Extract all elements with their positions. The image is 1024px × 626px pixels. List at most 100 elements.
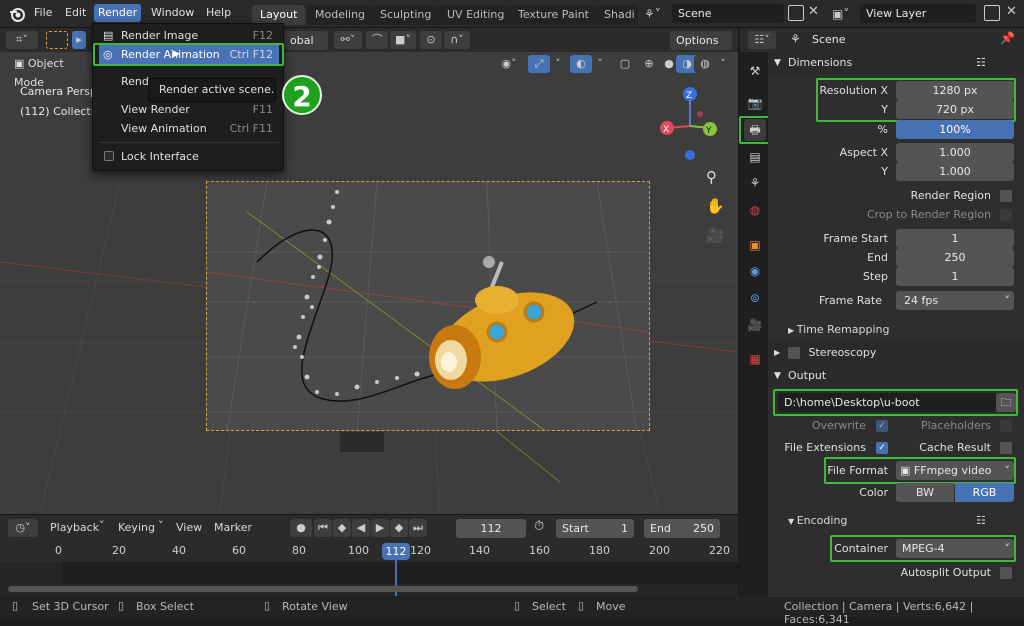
record-icon[interactable]: ● [290, 519, 312, 537]
scene-name-field[interactable]: Scene [672, 4, 784, 23]
play-reverse-icon[interactable]: ◀ [352, 519, 370, 537]
overwrite-checkbox[interactable]: ✓ [876, 420, 888, 432]
view-layer-tab-icon[interactable]: ▤ [744, 146, 766, 168]
snap-target-icon[interactable]: ■˅ [390, 31, 416, 49]
menu-render[interactable]: Render [94, 4, 142, 22]
falloff-icon[interactable]: ∩˅ [444, 31, 470, 49]
object-mode-dropdown[interactable]: ▣ Object Mode [8, 54, 94, 89]
pan-hand-icon[interactable]: ✋ [706, 197, 725, 215]
close-view-layer-icon[interactable]: ✕ [1006, 4, 1017, 19]
frame-step-field[interactable]: 1 [896, 267, 1014, 286]
orientation-dropdown[interactable]: obal [284, 31, 328, 50]
placeholders-checkbox[interactable] [1000, 420, 1012, 432]
object-tab-icon[interactable]: ▣ [744, 234, 766, 256]
tab-uv-editing[interactable]: UV Editing [439, 5, 513, 25]
texture-tab-icon[interactable]: ▦ [744, 348, 766, 370]
visibility-icon[interactable]: ◉˅ [494, 55, 524, 73]
crop-region-checkbox[interactable] [1000, 209, 1012, 221]
camera-view-icon[interactable]: 🎥 [706, 226, 725, 244]
frame-end-field[interactable]: 250 [896, 248, 1014, 267]
navigation-gizmo[interactable]: Z X Y [654, 84, 724, 164]
jump-end-icon[interactable]: ⏭ [409, 519, 427, 537]
aspect-x-field[interactable]: 1.000 [896, 143, 1014, 162]
wireframe-shading-icon[interactable]: ⊕ [638, 55, 660, 73]
frame-start-field[interactable]: 1 [896, 229, 1014, 248]
color-rgb-button[interactable]: RGB [955, 483, 1014, 502]
physics-tab-icon[interactable]: ◉ [744, 260, 766, 282]
end-frame-field[interactable]: End 250 [644, 519, 720, 538]
preview-range-icon[interactable]: ⏱ [534, 519, 544, 534]
stereoscopy-checkbox[interactable] [788, 347, 800, 359]
tab-texture-paint[interactable]: Texture Paint [510, 5, 597, 25]
color-bw-button[interactable]: BW [896, 483, 954, 502]
keying-menu[interactable]: Keying [118, 521, 155, 534]
next-keyframe-icon[interactable]: ◆ [390, 519, 408, 537]
presets-list-icon[interactable]: ☷ [976, 511, 986, 530]
overlay-dropdown-icon[interactable]: ˅ [594, 55, 606, 73]
view-layer-icon[interactable]: ▣˅ [832, 5, 858, 23]
new-scene-icon[interactable] [788, 5, 804, 21]
playback-menu[interactable]: Playback [50, 521, 99, 534]
timeline-scrollbar[interactable] [8, 586, 638, 592]
menu-edit[interactable]: Edit [61, 4, 90, 22]
menu-window[interactable]: Window [147, 4, 198, 22]
play-icon[interactable]: ▶ [371, 519, 389, 537]
view-menu[interactable]: View [176, 521, 202, 534]
menu-file[interactable]: File [30, 4, 56, 22]
encoding-subpanel-header[interactable]: ▼ Encoding ☷ [788, 511, 1018, 530]
properties-editor-icon[interactable]: ☷˅ [748, 31, 776, 49]
proportional-edit-icon[interactable]: ⊙ [420, 31, 442, 49]
close-scene-icon[interactable]: ✕ [808, 4, 819, 19]
time-remapping-subpanel[interactable]: ▶ Time Remapping [788, 320, 889, 339]
tool-tab-icon[interactable]: ⚒ [744, 60, 766, 82]
resolution-percent-field[interactable]: 100% [896, 120, 1014, 139]
new-view-layer-icon[interactable] [984, 5, 1000, 21]
render-region-checkbox[interactable] [1000, 190, 1012, 202]
menu-item-view-animation[interactable]: View Animation Ctrl F11 [99, 119, 279, 138]
frame-rate-dropdown[interactable]: 24 fps ˅ [896, 291, 1014, 310]
presets-list-icon[interactable]: ☷ [976, 52, 986, 74]
world-tab-icon[interactable]: ◍ [744, 199, 766, 221]
scene-tab-icon[interactable]: ⚘ [744, 172, 766, 194]
jump-start-icon[interactable]: ⏮ [314, 519, 332, 537]
lock-interface-checkbox[interactable] [104, 151, 114, 161]
pin-icon[interactable]: 📌 [1000, 31, 1015, 45]
gizmo-dropdown-icon[interactable]: ˅ [552, 55, 564, 73]
autosplit-checkbox[interactable] [1000, 567, 1012, 579]
start-frame-field[interactable]: Start 1 [556, 519, 634, 538]
editor-type-icon[interactable]: ⌗˅ [6, 31, 38, 49]
playhead-marker[interactable]: 112 [382, 543, 410, 560]
tab-layout[interactable]: Layout [252, 5, 306, 25]
menu-item-lock-interface[interactable]: Lock Interface [99, 147, 279, 166]
snap-icon[interactable]: ⌒ [366, 31, 388, 49]
tab-modeling[interactable]: Modeling [307, 5, 374, 25]
cache-result-checkbox[interactable] [1000, 442, 1012, 454]
menu-help[interactable]: Help [202, 4, 235, 22]
gizmo-toggle-icon[interactable]: ⤢ [528, 55, 550, 73]
aspect-y-field[interactable]: 1.000 [896, 162, 1014, 181]
zoom-icon[interactable]: ⚲ [706, 168, 717, 186]
render-tab-icon[interactable]: 📷 [744, 92, 766, 114]
data-tab-icon[interactable]: 🎥 [744, 314, 766, 336]
view-layer-field[interactable]: View Layer [860, 4, 976, 23]
timeline-editor-icon[interactable]: ◷˅ [8, 519, 38, 537]
blender-logo-icon[interactable] [8, 5, 26, 23]
menu-item-view-render[interactable]: View Render F11 [99, 100, 279, 119]
timeline-area[interactable]: 0 20 40 60 80 100 120 140 160 180 200 22… [0, 540, 738, 596]
tab-shading[interactable]: Shadi [596, 5, 638, 25]
stereoscopy-section-header[interactable]: ▶ Stereoscopy [768, 342, 1024, 364]
dimensions-section-header[interactable]: ▼ Dimensions ☷ [768, 52, 1024, 74]
file-extensions-checkbox[interactable]: ✓ [876, 442, 888, 454]
pivot-icon[interactable]: ⚯˅ [334, 31, 362, 49]
prev-keyframe-icon[interactable]: ◆ [333, 519, 351, 537]
overlay-toggle-icon[interactable]: ◐ [570, 55, 592, 73]
rendered-shading-icon[interactable]: ◍ [694, 55, 716, 73]
select-mode-icon[interactable]: ▸ [72, 31, 86, 49]
shading-dropdown-icon[interactable]: ˅ [716, 55, 730, 73]
marker-menu[interactable]: Marker [214, 521, 252, 534]
tab-sculpting[interactable]: Sculpting [372, 5, 440, 25]
current-frame-field[interactable]: 112 [456, 519, 526, 538]
output-section-header[interactable]: ▼ Output [768, 365, 1024, 387]
scene-selector-icon[interactable]: ⚘˅ [644, 5, 670, 23]
select-box-icon[interactable] [46, 31, 68, 49]
